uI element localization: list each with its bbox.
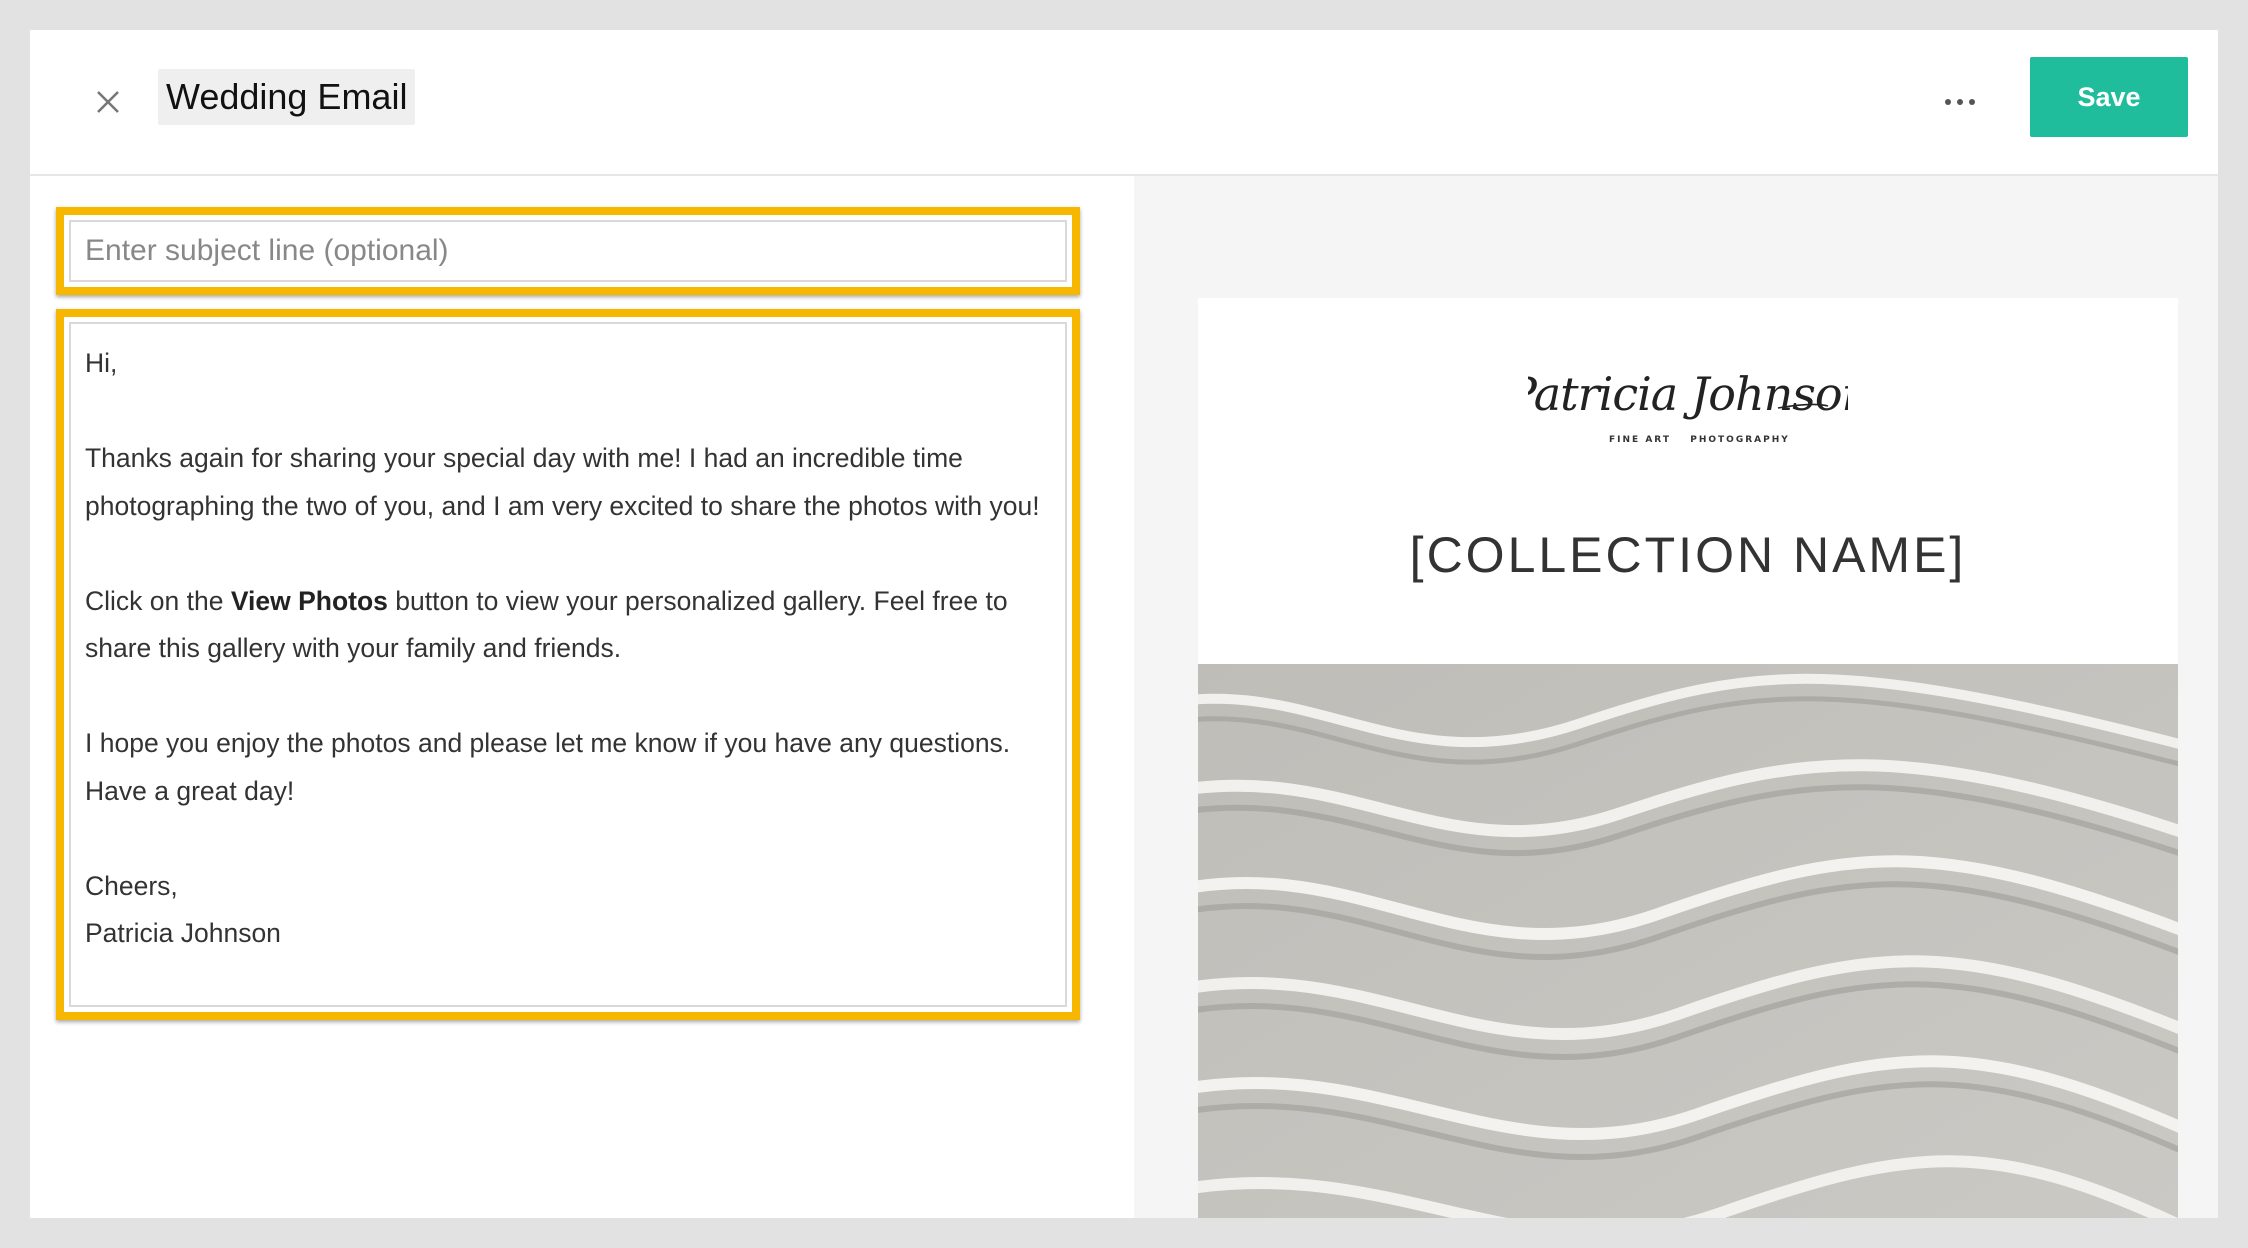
body-paragraph: I hope you enjoy the photos and please l… bbox=[85, 728, 1011, 806]
brand-logo: Patricia Johnson FINE ART PHOTOGRAPHY bbox=[1198, 358, 2178, 468]
more-options-button[interactable] bbox=[1930, 86, 1990, 118]
email-title[interactable]: Wedding Email bbox=[158, 69, 416, 125]
svg-text:PHOTOGRAPHY: PHOTOGRAPHY bbox=[1690, 435, 1790, 445]
body-paragraph: Thanks again for sharing your special da… bbox=[85, 443, 1040, 521]
svg-text:FINE ART: FINE ART bbox=[1609, 435, 1671, 445]
signature-text: Patricia Johnson bbox=[85, 918, 281, 948]
closing-text: Cheers, bbox=[85, 870, 178, 901]
close-button[interactable] bbox=[86, 80, 130, 124]
email-preview-card: Patricia Johnson FINE ART PHOTOGRAPHY [C… bbox=[1198, 298, 2178, 1218]
subject-highlight bbox=[56, 207, 1080, 295]
svg-text:Patricia Johnson: Patricia Johnson bbox=[1528, 367, 1848, 421]
collection-name-heading: [COLLECTION NAME] bbox=[1409, 527, 1967, 583]
view-photos-bold: View Photos bbox=[230, 585, 388, 616]
email-body-editor[interactable]: Hi, Thanks again for sharing your specia… bbox=[69, 322, 1067, 1007]
subject-input[interactable] bbox=[69, 220, 1067, 282]
body-paragraph: Click on the View Photos button to view … bbox=[85, 578, 1051, 673]
close-icon bbox=[97, 91, 119, 113]
body-greeting: Hi, bbox=[85, 348, 118, 378]
email-compose-panel: Hi, Thanks again for sharing your specia… bbox=[30, 176, 1134, 1218]
save-button[interactable]: Save bbox=[2030, 57, 2188, 137]
more-horizontal-icon bbox=[1945, 99, 1975, 105]
editor-header: Wedding Email Save bbox=[30, 30, 2218, 176]
sand-dunes-image bbox=[1198, 664, 2178, 1218]
email-editor-window: Wedding Email Save Hi, Thanks again for … bbox=[30, 30, 2218, 1218]
body-text: Click on the bbox=[85, 585, 231, 616]
body-closing: Cheers, Patricia Johnson bbox=[85, 863, 1051, 958]
body-highlight: Hi, Thanks again for sharing your specia… bbox=[56, 309, 1080, 1020]
email-preview-panel: Patricia Johnson FINE ART PHOTOGRAPHY [C… bbox=[1134, 176, 2218, 1218]
